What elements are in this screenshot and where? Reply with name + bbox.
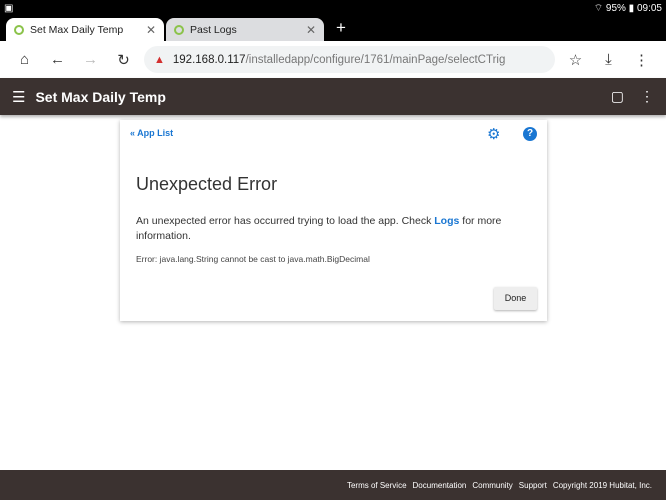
download-icon[interactable]: ⤓	[592, 51, 625, 68]
favicon-icon	[174, 24, 184, 35]
help-icon[interactable]: ?	[523, 127, 537, 141]
url-host: 192.168.0.117	[172, 53, 246, 66]
logs-link[interactable]: Logs	[434, 215, 459, 227]
copyright: Copyright 2019 Hubitat, Inc.	[552, 480, 652, 490]
url-path: /installedapp/configure/1761/mainPage/se…	[245, 53, 506, 66]
back-icon[interactable]: ←	[41, 51, 74, 68]
star-icon[interactable]: ☆	[559, 51, 592, 69]
gear-icon[interactable]: ⚙	[487, 125, 500, 143]
support-link[interactable]: Support	[519, 481, 547, 490]
status-bar: ▣ ⌔ 95% ▮ 09:05	[0, 0, 666, 17]
error-heading: Unexpected Error	[136, 174, 278, 194]
menu-icon[interactable]: ☰	[12, 88, 25, 106]
reload-icon[interactable]: ↻	[107, 51, 140, 69]
warning-icon: ▲	[154, 53, 165, 66]
app-list-link[interactable]: « App List	[130, 128, 173, 138]
error-card: « App List ⚙ ? Unexpected Error An unexp…	[120, 120, 547, 321]
forward-icon[interactable]: →	[74, 51, 107, 68]
done-button[interactable]: Done	[494, 287, 537, 310]
comment-icon[interactable]: ▢	[611, 88, 624, 105]
battery-level: 95%	[605, 3, 626, 14]
footer: Terms of Service Documentation Community…	[0, 470, 666, 500]
browser-toolbar: ⌂ ← → ↻ ▲ 192.168.0.117/installedapp/conf…	[0, 41, 666, 78]
gallery-icon: ▣	[4, 3, 14, 14]
close-icon[interactable]: ✕	[146, 23, 156, 37]
documentation-link[interactable]: Documentation	[413, 481, 467, 490]
home-icon[interactable]: ⌂	[8, 51, 41, 68]
message-text: An unexpected error has occurred trying …	[136, 215, 435, 227]
tab-label: Set Max Daily Temp	[30, 23, 124, 36]
close-icon[interactable]: ✕	[306, 23, 316, 37]
more-icon[interactable]: ⋮	[625, 51, 658, 69]
community-link[interactable]: Community	[472, 481, 512, 490]
more-icon[interactable]: ⋮	[640, 88, 654, 105]
error-message: An unexpected error has occurred trying …	[136, 214, 516, 244]
tab-label: Past Logs	[190, 23, 237, 36]
wifi-icon: ⌔	[593, 3, 606, 14]
new-tab-button[interactable]: +	[336, 18, 346, 38]
page-title: Set Max Daily Temp	[35, 88, 166, 105]
favicon-icon	[14, 24, 24, 35]
url-bar[interactable]: ▲ 192.168.0.117/installedapp/configure/17…	[144, 46, 555, 73]
error-detail: Error: java.lang.String cannot be cast t…	[136, 254, 370, 264]
terms-link[interactable]: Terms of Service	[347, 481, 407, 490]
tab-past-logs[interactable]: Past Logs ✕	[166, 18, 324, 41]
app-bar: ☰ Set Max Daily Temp ▢ ⋮	[0, 78, 666, 115]
clock: 09:05	[636, 3, 662, 14]
tab-set-max-daily-temp[interactable]: Set Max Daily Temp ✕	[6, 18, 164, 41]
tab-strip: Set Max Daily Temp ✕ Past Logs ✕ +	[0, 17, 666, 41]
